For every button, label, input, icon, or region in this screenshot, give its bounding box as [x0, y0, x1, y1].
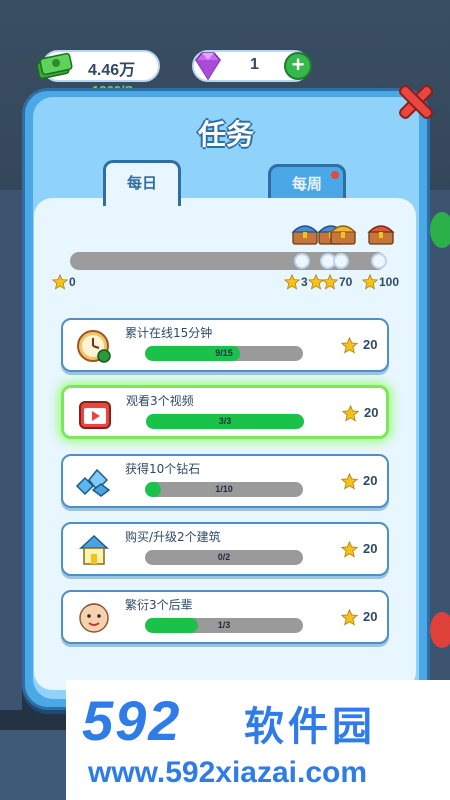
- panel-title: 任务: [197, 118, 254, 151]
- tab-weekly-label: 每周: [291, 175, 322, 193]
- milestone-marker: [294, 253, 310, 269]
- star-icon: [322, 274, 338, 290]
- task-title: 累计在线15分钟: [125, 326, 213, 340]
- video-icon: [79, 401, 111, 429]
- watermark-url: www.592xiazai.com: [88, 756, 368, 789]
- background-green-button: [430, 212, 450, 248]
- notification-dot: [331, 171, 339, 179]
- baby-icon: [79, 603, 109, 633]
- milestone-label: 0: [69, 275, 76, 289]
- task-card[interactable]: 累计在线15分钟 9/15 20: [61, 318, 389, 372]
- task-reward: 20: [363, 473, 378, 488]
- milestone-label: 70: [339, 275, 353, 289]
- milestone-label: 3: [301, 275, 308, 289]
- task-progress-bar: 1/3: [145, 618, 303, 633]
- close-icon[interactable]: [392, 78, 440, 126]
- task-progress-bar: 3/3: [146, 414, 304, 429]
- tab-weekly[interactable]: 每周: [268, 164, 346, 202]
- star-icon: [342, 405, 359, 422]
- star-icon: [362, 274, 378, 290]
- tab-daily[interactable]: 每日: [103, 160, 181, 206]
- star-icon: [341, 337, 358, 354]
- treasure-chest-icon[interactable]: [366, 222, 396, 246]
- money-value: 4.46万: [88, 62, 136, 79]
- milestone-label: 100: [379, 275, 400, 289]
- milestone-marker: [371, 253, 387, 269]
- money-stack-icon: [36, 52, 73, 80]
- clock-icon: [77, 330, 111, 363]
- tab-daily-label: 每日: [126, 174, 157, 192]
- background-shop-button: [0, 730, 66, 800]
- task-progress-text: 3/3: [218, 416, 232, 426]
- task-title: 购买/升级2个建筑: [125, 530, 221, 544]
- watermark-logo-text: 软件园: [244, 704, 376, 750]
- star-icon: [341, 473, 358, 490]
- diamond-gem-icon: [195, 52, 221, 81]
- task-progress-bar: 0/2: [145, 550, 303, 565]
- gem-value: 1: [250, 56, 259, 73]
- star-icon: [341, 609, 358, 626]
- task-progress-bar: 9/15: [145, 346, 303, 361]
- task-reward: 20: [363, 609, 378, 624]
- task-title: 观看3个视频: [126, 394, 194, 408]
- background-red-button: [430, 612, 450, 648]
- building-icon: [79, 534, 109, 565]
- task-card[interactable]: 获得10个钻石 1/10 20: [61, 454, 389, 508]
- star-icon: [52, 274, 68, 290]
- task-card[interactable]: 繁衍3个后辈 1/3 20: [61, 590, 389, 644]
- task-card[interactable]: 观看3个视频 3/3 20: [61, 385, 389, 439]
- task-progress-bar: 1/10: [145, 482, 303, 497]
- diamond-pile-icon: [75, 468, 111, 497]
- task-card[interactable]: 购买/升级2个建筑 0/2 20: [61, 522, 389, 576]
- task-progress-text: 1/10: [215, 484, 233, 494]
- task-title: 获得10个钻石: [125, 462, 201, 476]
- watermark-logo-number: 592: [82, 689, 182, 752]
- milestone-marker: [333, 253, 349, 269]
- task-reward: 20: [363, 337, 378, 352]
- task-reward: 20: [363, 541, 378, 556]
- task-progress-text: 0/2: [217, 552, 231, 562]
- task-reward: 20: [364, 405, 379, 420]
- watermark: 592 软件园 www.592xiazai.com: [66, 680, 450, 800]
- add-gems-button[interactable]: +: [284, 52, 312, 80]
- background-building-left: [0, 190, 22, 710]
- star-icon: [284, 274, 300, 290]
- treasure-chest-icon[interactable]: [328, 222, 358, 246]
- star-icon: [341, 541, 358, 558]
- task-title: 繁衍3个后辈: [125, 598, 193, 612]
- task-progress-text: 9/15: [215, 348, 233, 358]
- task-progress-text: 1/3: [217, 620, 231, 630]
